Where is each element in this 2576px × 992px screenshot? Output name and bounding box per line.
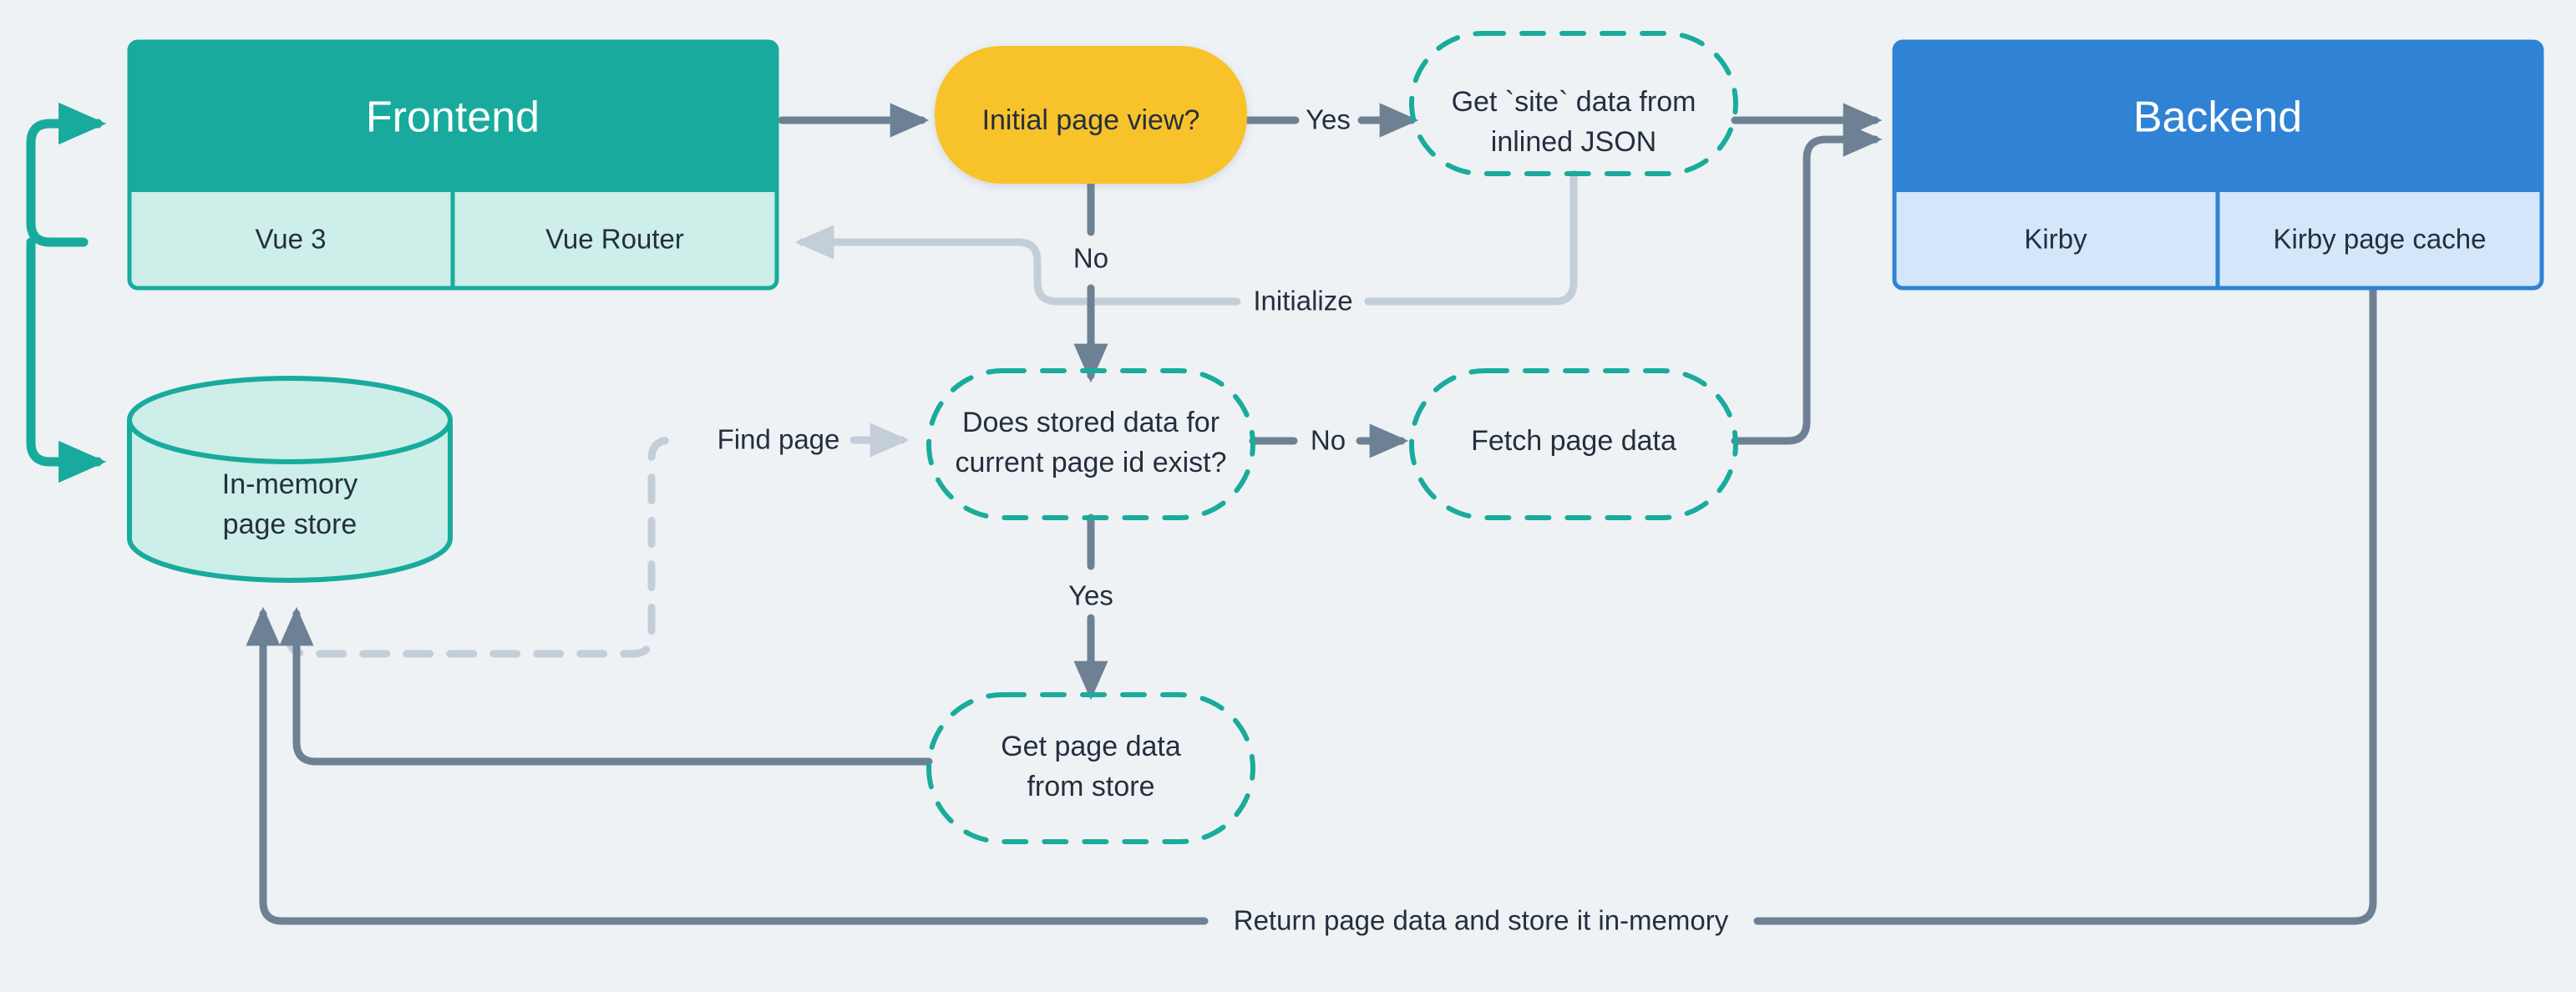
node-label-vue3: Vue 3 bbox=[255, 224, 326, 255]
diagram-canvas: Get site data --> Yes Initialize Does st… bbox=[0, 0, 2576, 992]
node-get-page-from-store[interactable]: Get page data from store bbox=[926, 692, 1255, 844]
node-fetch-page-data[interactable]: Fetch page data bbox=[1409, 368, 1738, 520]
node-label-kirby-page-cache: Kirby page cache bbox=[2274, 224, 2487, 255]
edge-label-stored-yes: Yes bbox=[1068, 580, 1113, 611]
node-label-stored-line2: current page id exist? bbox=[955, 447, 1226, 478]
node-label-store-line2: page store bbox=[223, 509, 357, 540]
node-label-get-site-line1: Get `site` data from bbox=[1452, 86, 1696, 118]
node-label-get-page-line1: Get page data bbox=[1001, 731, 1181, 762]
edge-label-stored-no: No bbox=[1311, 425, 1346, 456]
node-label-get-site-line2: inlined JSON bbox=[1491, 126, 1656, 158]
flowchart-svg: Get site data --> Yes Initialize Does st… bbox=[26, 31, 2544, 936]
edge-label-initial-yes: Yes bbox=[1306, 104, 1351, 135]
edge-label-initial-no: No bbox=[1073, 243, 1108, 274]
node-backend[interactable]: Backend Kirby Kirby page cache bbox=[1892, 39, 2544, 291]
node-label-fetch-page-data: Fetch page data bbox=[1471, 425, 1676, 457]
node-frontend[interactable]: Frontend Vue 3 Vue Router bbox=[127, 39, 779, 291]
node-label-frontend: Frontend bbox=[366, 94, 540, 142]
edge-label-find-page: Find page bbox=[718, 424, 840, 455]
edge-initial-no: No bbox=[1073, 180, 1108, 383]
node-get-site-data[interactable]: Get `site` data from inlined JSON bbox=[1409, 31, 1738, 176]
edge-label-initialize: Initialize bbox=[1253, 286, 1352, 316]
edge-site-initialize-router: Initialize bbox=[794, 170, 1578, 316]
node-label-stored-line1: Does stored data for bbox=[962, 407, 1220, 438]
node-label-backend: Backend bbox=[2133, 94, 2302, 142]
node-initial-page-view[interactable]: Initial page view? bbox=[935, 46, 1247, 184]
edge-label-return-page-data: Return page data and store it in-memory bbox=[1234, 905, 1729, 936]
node-label-store-line1: In-memory bbox=[222, 468, 357, 500]
node-label-kirby: Kirby bbox=[2024, 224, 2087, 255]
node-label-vue-router: Vue Router bbox=[545, 224, 684, 255]
edge-frontend-store-link bbox=[26, 102, 107, 483]
node-in-memory-page-store[interactable]: In-memory page store bbox=[127, 376, 453, 583]
edge-return-page-data: Return page data and store it in-memory bbox=[246, 284, 2377, 936]
edge-store-get-page bbox=[279, 606, 933, 766]
edge-stored-no: No bbox=[1249, 423, 1409, 458]
edge-fetch-to-backend bbox=[1731, 122, 1883, 445]
node-label-initial-page-view: Initial page view? bbox=[982, 104, 1200, 136]
edge-stored-yes: Yes bbox=[1068, 514, 1113, 701]
edge-initial-yes: Yes bbox=[1242, 103, 1419, 138]
node-stored-data-exists[interactable]: Does stored data for current page id exi… bbox=[926, 368, 1255, 520]
node-label-get-page-line2: from store bbox=[1027, 771, 1154, 802]
